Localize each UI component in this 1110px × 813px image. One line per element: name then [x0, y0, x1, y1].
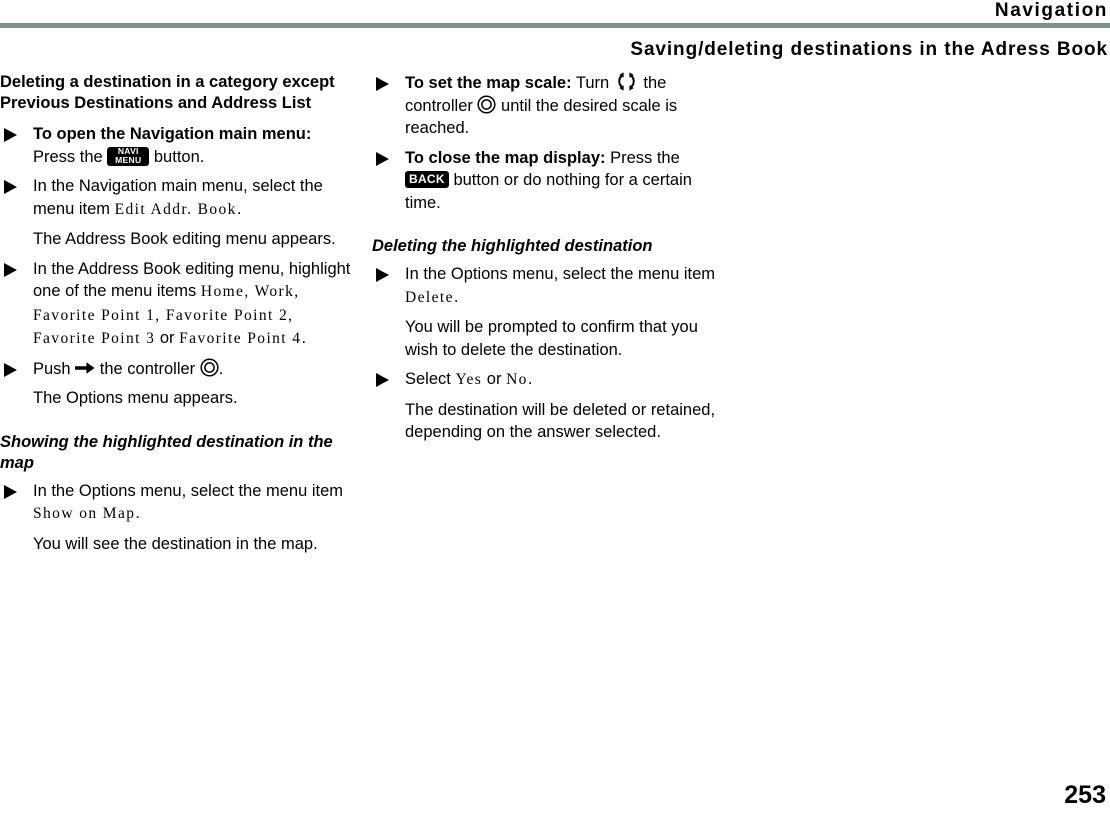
step-set-map-scale: To set the map scale: Turn the controlle…	[372, 72, 727, 140]
step-text: Select	[405, 370, 456, 388]
step-highlight-menu-item: In the Address Book editing menu, highli…	[0, 258, 355, 351]
step-bold-lead: To open the Navigation main menu:	[33, 125, 312, 143]
step-select-show-on-map: In the Options menu, select the menu ite…	[0, 480, 355, 526]
triangle-right-bullet-icon	[376, 151, 389, 166]
right-column: To set the map scale: Turn the controlle…	[372, 72, 727, 451]
content-columns: Deleting a destination in a category exc…	[0, 72, 1110, 562]
note-see-destination-in-map: You will see the destination in the map.	[33, 534, 318, 553]
back-key-icon[interactable]: BACK	[405, 171, 449, 188]
step-bold-lead: To set the map scale:	[405, 74, 572, 92]
step-push-controller: Push the controller .	[0, 357, 355, 381]
controller-dial-icon	[200, 357, 219, 377]
subsection-title-deleting-destination: Deleting the highlighted destination	[372, 237, 653, 255]
menu-item-yes: Yes	[455, 371, 483, 388]
step-conjunction: or	[155, 329, 180, 347]
step-open-navigation-menu: To open the Navigation main menu: Press …	[0, 123, 355, 168]
menu-item-edit-addr-book: Edit Addr. Book	[114, 200, 237, 218]
step-select-yes-or-no: Select Yes or No.	[372, 368, 727, 392]
page-number: 253	[1064, 781, 1106, 809]
step-text: In the Options menu, select the menu ite…	[33, 481, 343, 500]
step-text-middle: the controller	[95, 359, 200, 378]
step-close-map-display: To close the map display: Press the BACK…	[372, 147, 727, 215]
note-deletion-result: The destination will be deleted or retai…	[405, 400, 716, 442]
page-header: Navigation Saving/deleting destinations …	[0, 0, 1110, 61]
step-select-delete: In the Options menu, select the menu ite…	[372, 263, 727, 309]
step-text-tail: .	[135, 504, 140, 522]
menu-item-delete: Delete	[405, 288, 454, 306]
step-text-tail: .	[236, 199, 242, 218]
triangle-right-bullet-icon	[376, 77, 389, 91]
triangle-right-bullet-icon	[4, 128, 17, 142]
navi-menu-key-icon[interactable]: NAVI MENU	[107, 146, 150, 166]
page-subtitle: Saving/deleting destinations in the Adre…	[630, 39, 1108, 60]
triangle-right-bullet-icon	[4, 180, 17, 194]
step-text-tail: button or do nothing for a certain time.	[405, 171, 692, 212]
chapter-title: Navigation	[994, 0, 1108, 21]
step-text: Push	[33, 359, 76, 378]
triangle-right-bullet-icon	[376, 268, 389, 282]
step-text: Press the	[33, 147, 108, 166]
triangle-right-bullet-icon	[376, 373, 389, 387]
navi-menu-key-line2: MENU	[115, 155, 142, 165]
subsection-title-showing-destination: Showing the highlighted destination in t…	[0, 432, 333, 472]
note-address-book-menu-appears: The Address Book editing menu appears.	[33, 230, 336, 248]
step-text-tail: .	[453, 287, 459, 306]
step-bold-lead: To close the map display:	[405, 148, 606, 167]
step-text: Turn	[571, 74, 614, 92]
menu-item-no: No	[506, 371, 528, 388]
menu-item-show-on-map: Show on Map	[33, 505, 136, 522]
triangle-right-bullet-icon	[4, 484, 17, 499]
controller-dial-icon	[477, 94, 497, 114]
section-title: Deleting a destination in a category exc…	[0, 73, 335, 112]
triangle-right-bullet-icon	[4, 262, 17, 277]
step-text: In the Address Book editing menu, highli…	[33, 259, 351, 301]
step-text: In the Options menu, select the menu ite…	[405, 265, 715, 283]
left-column: Deleting a destination in a category exc…	[0, 72, 355, 562]
step-text-tail: .	[218, 359, 224, 378]
step-text-tail: button.	[149, 147, 205, 166]
note-options-menu-appears: The Options menu appears.	[33, 389, 238, 407]
triangle-right-bullet-icon	[4, 362, 17, 377]
step-text: Press the	[605, 148, 680, 167]
step-text-tail: .	[527, 370, 533, 388]
turn-rotate-icon	[614, 72, 639, 91]
note-confirm-prompt: You will be prompted to confirm that you…	[405, 318, 698, 359]
arrow-right-icon	[75, 361, 95, 375]
menu-item-favorite-point-4: Favorite Point 4	[179, 330, 302, 347]
step-text-tail: .	[301, 329, 307, 347]
step-select-edit-addr-book: In the Navigation main menu, select the …	[0, 175, 355, 221]
step-conjunction: or	[482, 370, 507, 388]
